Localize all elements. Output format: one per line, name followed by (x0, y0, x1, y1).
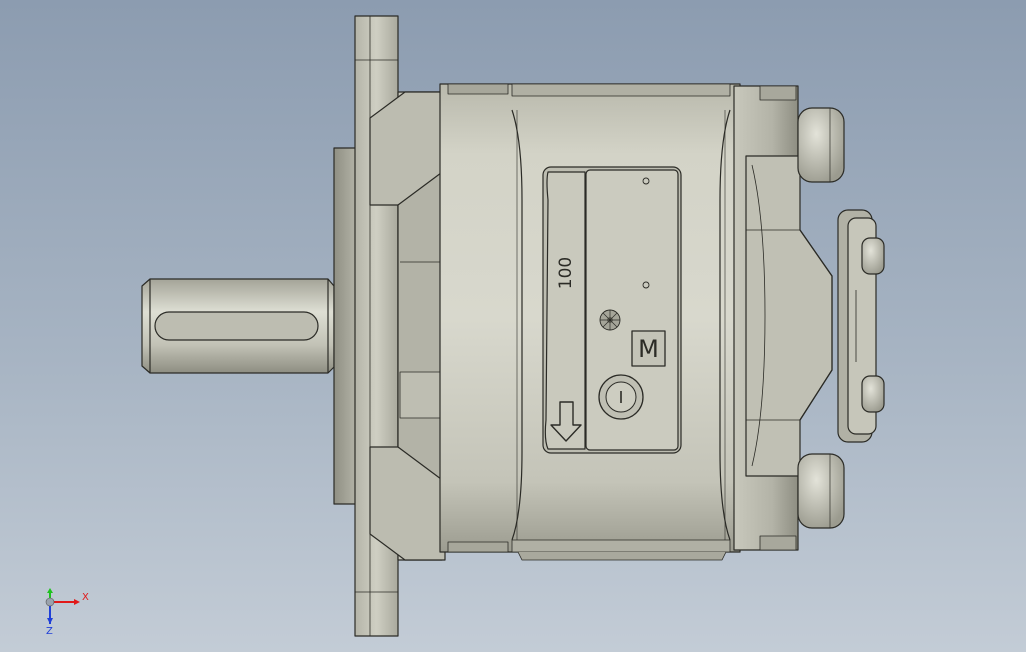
bolt-boss-bottom (797, 453, 845, 529)
y-axis-arrow-icon (47, 588, 53, 593)
triad-origin (45, 597, 55, 607)
cad-graphics-viewport[interactable]: 100 M X Z (0, 0, 1026, 652)
drive-shaft (141, 278, 335, 374)
x-axis-arrow-icon (74, 599, 80, 605)
badge-letter: M (638, 335, 659, 363)
end-cap (837, 209, 885, 443)
sunburst-emblem-icon (599, 309, 621, 331)
z-axis-arrow-icon (47, 618, 53, 624)
bolt-boss-top (797, 107, 845, 183)
gear-pump-model[interactable]: 100 M (0, 0, 1026, 652)
pump-drawing: 100 M (141, 15, 885, 637)
nameplate: 100 M (542, 166, 682, 454)
displacement-label: 100 (556, 257, 576, 289)
x-axis-label: X (82, 592, 89, 603)
shaft-keyway (154, 311, 319, 341)
coordinate-triad: X Z (45, 588, 89, 637)
screw-head-icon (598, 374, 644, 420)
z-axis-label: Z (46, 626, 53, 637)
